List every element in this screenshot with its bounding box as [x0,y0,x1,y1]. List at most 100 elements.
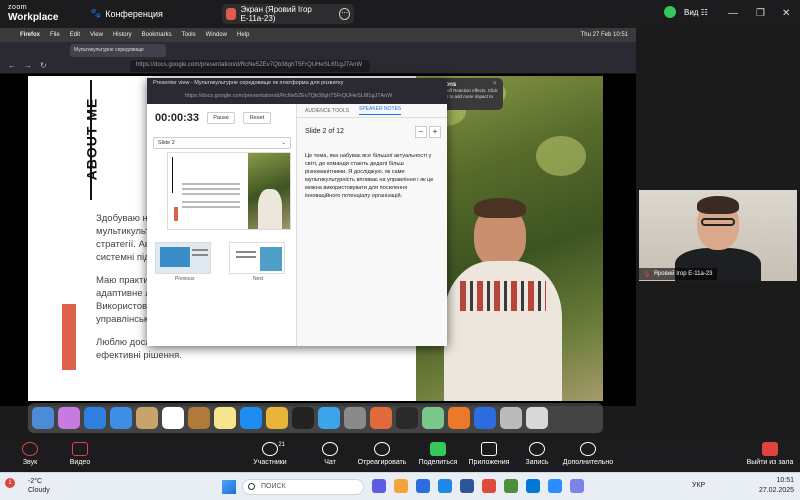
powerpoint-icon[interactable] [482,479,496,493]
tab-audience-tools[interactable]: AUDIENCE TOOLS [305,108,349,114]
slide-heading: ABOUT ME [83,97,100,181]
previous-slide-thumbnail[interactable] [155,242,211,274]
next-slide-thumbnail[interactable] [229,242,285,274]
presenter-window-title: Presenter view - Мультикультурне середов… [147,78,447,90]
contacts-icon[interactable] [188,407,210,429]
current-slide-thumbnail [167,152,291,230]
record-button[interactable]: Запись [522,440,552,466]
restore-icon[interactable]: ❐ [756,8,765,19]
previous-caption: Previous [175,276,195,282]
weather-widget[interactable]: -2°C Cloudy [28,477,50,495]
language-indicator[interactable]: УКР [692,482,705,489]
heart-icon [374,442,390,456]
forward-icon[interactable]: → [24,61,32,70]
view-button[interactable]: Вид ☷ [684,8,708,17]
mail-icon[interactable] [438,479,452,493]
minimize-icon[interactable]: — [728,8,738,19]
zoom-toolbar: Звук Видео 21 Участники Чат Отреагироват… [0,440,800,472]
settings-icon[interactable] [344,407,366,429]
tab-speaker-notes[interactable]: SPEAKER NOTES [359,106,402,115]
zoom-taskbar-icon[interactable] [548,479,562,493]
slide-text-line: стратегії. Авт [96,239,155,250]
share-button[interactable]: Поделиться [416,440,460,466]
terminal-icon[interactable] [292,407,314,429]
paw-icon: 🐾 [90,8,102,18]
firefox-tab[interactable]: Мультикультурне середовище [70,44,166,57]
store-icon[interactable] [526,479,540,493]
firefox-url-field[interactable]: https://docs.google.com/presentation/d/R… [130,60,370,72]
teams-icon[interactable] [570,479,584,493]
slide-text-line: управлінськи [96,314,154,325]
app-store-icon[interactable] [240,407,262,429]
slide-counter: Slide 2 of 12 [305,128,344,135]
chrome-icon[interactable] [266,407,288,429]
mac-dock [28,403,603,433]
slide-text-line: Здобуваю на [96,213,154,224]
participants-icon: 21 [262,442,285,456]
word-icon[interactable] [460,479,474,493]
meeting-label[interactable]: 🐾 Конференция [90,8,163,19]
more-button[interactable]: Дополнительно [560,440,616,466]
file-explorer-icon[interactable] [394,479,408,493]
notes-app-icon[interactable] [136,407,158,429]
back-icon[interactable]: ← [8,61,16,70]
mac-clock: Thu 27 Feb 10:51 [580,32,628,38]
chrome-icon[interactable] [504,479,518,493]
mail-icon[interactable] [110,407,132,429]
slide-text-line: Маю практич [96,275,154,286]
zoom-logo: zoom Workplace [8,4,59,23]
safari-icon[interactable] [84,407,106,429]
accent-bar [62,304,76,370]
trash-icon[interactable] [526,407,548,429]
activity-monitor-icon[interactable] [396,407,418,429]
participant-video[interactable]: 🎙 Яровий Ігор Е-11а-23 [639,190,797,281]
leave-button[interactable]: Выйти из зала [744,440,796,466]
messages-icon[interactable] [422,407,444,429]
apps-icon [481,442,497,456]
windows-start-icon[interactable] [222,480,236,494]
participant-name-tag: 🎙 Яровий Ігор Е-11а-23 [639,268,717,280]
participants-button[interactable]: 21 Участники [250,440,290,466]
shared-screen-pill[interactable]: Экран (Яровий Ігор Е-11а-23) ⋯ [222,4,354,24]
decrease-font-button[interactable]: − [415,126,427,138]
presenter-right-pane: AUDIENCE TOOLS SPEAKER NOTES Slide 2 of … [297,104,447,346]
task-view-icon[interactable] [372,479,386,493]
downloads-icon[interactable] [500,407,522,429]
zoom-app-icon[interactable] [474,407,496,429]
screen-share-icon [226,8,237,20]
firefox-icon[interactable] [448,407,470,429]
slide-text-line: ефективні рішення. [96,350,182,361]
stickies-icon[interactable] [214,407,236,429]
presenter-url-field[interactable]: https://docs.google.com/presentation/d/R… [147,90,447,104]
close-icon[interactable]: ✕ [782,8,790,19]
chat-icon [322,442,338,456]
mic-muted-icon [22,442,38,456]
reset-button[interactable]: Reset [243,112,271,124]
share-screen-icon [430,442,446,456]
edge-icon[interactable] [416,479,430,493]
slide-select[interactable]: Slide 2 ⌄ [153,137,291,149]
more-options-icon[interactable]: ⋯ [339,8,350,20]
mute-button[interactable]: Звук [14,440,46,466]
weather-alert-icon[interactable]: 1 [5,478,15,488]
video-button[interactable]: Видео [64,440,96,466]
xcode-icon[interactable] [318,407,340,429]
presenter-tabs: AUDIENCE TOOLS SPEAKER NOTES [297,104,447,118]
slide-text-line: системні підх [96,252,155,263]
presenter-left-pane: 00:00:33 Pause Reset Slide 2 ⌄ Previous … [147,104,297,346]
increase-font-button[interactable]: + [429,126,441,138]
react-button[interactable]: Отреагировать [354,440,410,466]
pause-button[interactable]: Pause [207,112,235,124]
apps-button[interactable]: Приложения [466,440,512,466]
calendar-icon[interactable] [162,407,184,429]
pages-icon[interactable] [370,407,392,429]
taskbar-clock[interactable]: 10:51 27.02.2025 [748,476,794,496]
slide-text-line: мультикульту [96,226,155,237]
reload-icon[interactable]: ↻ [40,61,47,70]
taskbar-search[interactable]: ПОИСК [242,479,364,495]
finder-icon[interactable] [32,407,54,429]
launchpad-icon[interactable] [58,407,80,429]
security-shield-icon[interactable] [664,6,676,18]
chat-button[interactable]: Чат [314,440,346,466]
close-icon[interactable]: × [493,81,497,87]
